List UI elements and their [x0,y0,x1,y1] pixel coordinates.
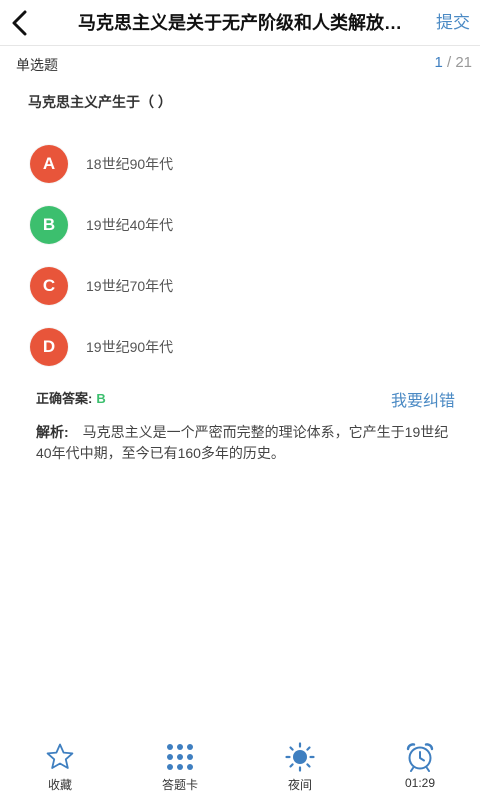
correct-answer-label: 正确答案: [36,391,93,406]
correct-answer-row: 正确答案: B 我要纠错 [36,388,456,410]
tab-timer[interactable]: 01:29 [380,736,460,800]
tab-timer-label: 01:29 [404,776,436,790]
analysis-block: 解析: 马克思主义是一个严密而完整的理论体系，它产生于19世纪40年代中期，至今已… [36,422,460,464]
tab-favorite[interactable]: 收藏 [20,736,100,800]
question-progress: 1 / 21 [434,54,472,71]
top-bar: 马克思主义是关于无产阶级和人类解放… 提交 [0,0,480,46]
question-text: 马克思主义产生于（ ） [28,94,172,110]
correct-answer-value: B [96,391,106,406]
option-c-text: 19世纪70年代 [86,278,174,294]
question-type-label: 单选题 [16,57,58,73]
option-a-letter: A [30,145,68,183]
alarm-clock-icon [406,743,434,772]
current-question-number: 1 [434,54,443,71]
option-c-letter: C [30,267,68,305]
progress-separator: / [442,54,456,71]
option-d-letter: D [30,328,68,366]
option-b-letter: B [30,206,68,244]
back-button[interactable] [4,6,34,40]
analysis-label: 解析: [36,424,69,440]
tab-answer-card[interactable]: 答题卡 [140,736,220,800]
question-meta-bar: 单选题 1 / 21 [0,46,480,80]
tab-favorite-label: 收藏 [47,778,72,792]
tab-night-mode-label: 夜间 [287,778,312,792]
option-b[interactable]: B 19世纪40年代 [30,205,450,245]
bottom-toolbar: 收藏 答题卡 夜间 01:29 [0,736,480,800]
tab-answer-card-label: 答题卡 [161,778,198,792]
option-d[interactable]: D 19世纪90年代 [30,327,450,367]
submit-button[interactable]: 提交 [436,0,470,46]
tab-night-mode[interactable]: 夜间 [260,736,340,800]
sun-icon [285,742,315,772]
page-title: 马克思主义是关于无产阶级和人类解放… [78,13,402,33]
chevron-left-icon [12,10,27,36]
option-a-text: 18世纪90年代 [86,156,174,172]
grid-icon [167,744,193,770]
report-error-button[interactable]: 我要纠错 [391,387,455,411]
option-d-text: 19世纪90年代 [86,339,174,355]
analysis-text: 马克思主义是一个严密而完整的理论体系，它产生于19世纪40年代中期，至今已有16… [36,424,449,461]
star-icon [46,743,74,769]
total-question-count: 21 [455,54,472,71]
option-b-text: 19世纪40年代 [86,217,174,233]
option-a[interactable]: A 18世纪90年代 [30,144,450,184]
option-c[interactable]: C 19世纪70年代 [30,266,450,306]
